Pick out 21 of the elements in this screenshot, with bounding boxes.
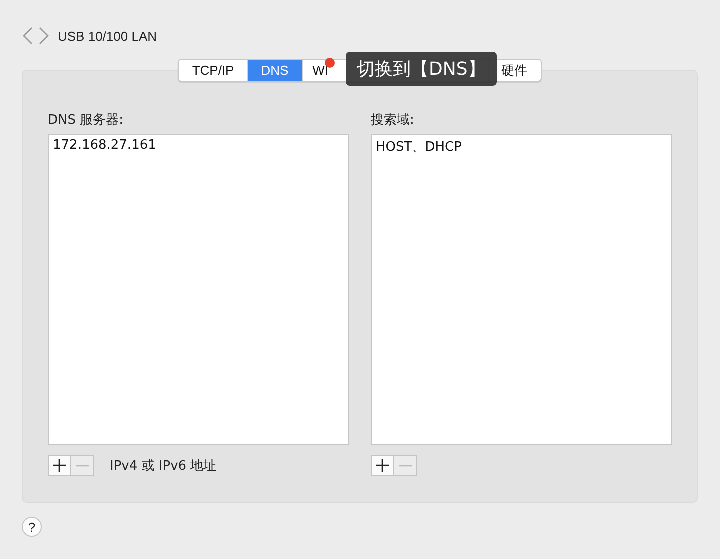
recording-dot — [325, 58, 335, 68]
forward-icon[interactable] — [38, 26, 50, 46]
list-box[interactable]: HOST、DHCP — [371, 134, 672, 445]
minus-icon — [76, 464, 88, 466]
add-button[interactable] — [371, 455, 394, 476]
list-label: 搜索域: — [371, 112, 416, 127]
help-button[interactable]: ? — [22, 517, 42, 537]
tooltip: 切换到【DNS】 — [346, 52, 497, 86]
minus-icon — [398, 464, 412, 466]
list-label: DNS 服务器: — [48, 112, 124, 127]
list-item[interactable]: HOST、DHCP — [372, 137, 671, 156]
plus-icon — [376, 459, 389, 472]
hint-text: IPv4 或 IPv6 地址 — [110, 458, 217, 474]
back-icon[interactable] — [22, 26, 34, 46]
list-box[interactable]: 172.168.27.161 — [48, 134, 349, 445]
tab[interactable]: DNS — [248, 60, 303, 81]
plus-icon — [53, 459, 66, 472]
window-title: USB 10/100 LAN — [58, 28, 158, 44]
list-item[interactable]: 172.168.27.161 — [49, 137, 348, 156]
add-button[interactable] — [48, 455, 71, 476]
tab[interactable]: TCP/IP — [179, 60, 248, 81]
